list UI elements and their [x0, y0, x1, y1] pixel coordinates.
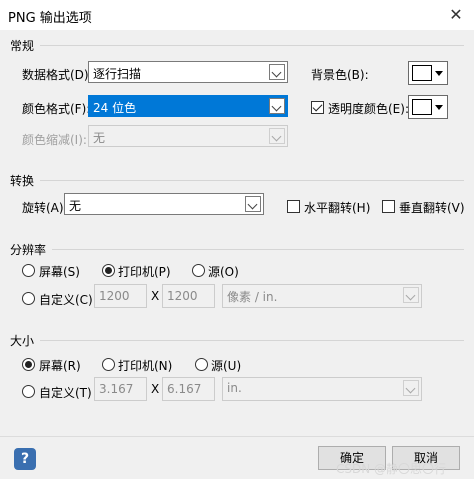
size-source-label: 源(U)	[211, 359, 242, 373]
data-format-select[interactable]: 逐行扫描	[88, 61, 288, 83]
chevron-down-icon[interactable]	[269, 64, 285, 80]
color-swatch	[412, 65, 432, 81]
color-swatch	[412, 99, 432, 115]
flip-vertical-label: 垂直翻转(V)	[399, 201, 465, 215]
resolution-source-radio[interactable]	[192, 264, 205, 277]
resolution-custom-label: 自定义(C)	[39, 293, 93, 307]
resolution-printer-radio[interactable]	[102, 264, 115, 277]
footer-divider	[0, 436, 474, 437]
chevron-down-icon[interactable]	[403, 380, 419, 396]
transform-divider	[40, 180, 464, 181]
data-format-label: 数据格式(D):	[22, 68, 93, 82]
size-height-input[interactable]: 6.167	[162, 377, 215, 401]
resolution-y-input[interactable]: 1200	[162, 284, 215, 308]
size-x-separator: X	[151, 382, 160, 396]
compression-select[interactable]: 无	[88, 125, 288, 147]
dropdown-triangle-icon	[435, 71, 443, 76]
rotate-value: 无	[69, 199, 82, 213]
background-color-label: 背景色(B):	[311, 68, 369, 82]
resolution-unit-select[interactable]: 像素 / in.	[222, 284, 422, 308]
chevron-down-icon[interactable]	[269, 128, 285, 144]
resolution-screen-label: 屏幕(S)	[39, 265, 80, 279]
transparency-checkbox[interactable]	[311, 101, 324, 114]
resolution-x-value: 1200	[99, 289, 130, 303]
general-section-title: 常规	[10, 39, 35, 53]
size-width-input[interactable]: 3.167	[94, 377, 147, 401]
color-format-value: 24 位色	[93, 101, 137, 115]
size-divider	[40, 340, 464, 341]
color-format-label: 颜色格式(F):	[22, 102, 91, 116]
resolution-screen-radio[interactable]	[22, 264, 35, 277]
transform-section-title: 转换	[10, 174, 35, 188]
size-printer-label: 打印机(N)	[118, 359, 173, 373]
data-format-value: 逐行扫描	[93, 67, 142, 81]
size-section-title: 大小	[10, 334, 35, 348]
size-screen-label: 屏幕(R)	[39, 359, 81, 373]
compression-value: 无	[93, 131, 106, 145]
background-color-picker[interactable]	[408, 61, 448, 85]
size-printer-radio[interactable]	[102, 358, 115, 371]
transparency-color-picker[interactable]	[408, 95, 448, 119]
chevron-down-icon[interactable]	[269, 98, 285, 114]
resolution-section-title: 分辨率	[10, 243, 47, 257]
chevron-down-icon[interactable]	[403, 287, 419, 303]
flip-horizontal-checkbox[interactable]	[287, 200, 300, 213]
flip-vertical-checkbox[interactable]	[382, 200, 395, 213]
size-width-value: 3.167	[99, 382, 134, 396]
size-unit-select[interactable]: in.	[222, 377, 422, 401]
window-title: PNG 输出选项	[8, 11, 92, 26]
rotate-label: 旋转(A):	[22, 201, 68, 215]
size-custom-radio[interactable]	[22, 385, 35, 398]
watermark-text: CSDN @静〇思〇行	[336, 462, 447, 476]
compression-label: 颜色缩减(I):	[22, 133, 87, 147]
resolution-unit-value: 像素 / in.	[227, 290, 278, 304]
size-source-radio[interactable]	[195, 358, 208, 371]
transparency-label: 透明度颜色(E):	[328, 102, 409, 116]
color-format-select[interactable]: 24 位色	[88, 95, 288, 117]
resolution-divider	[52, 249, 464, 250]
resolution-x-input[interactable]: 1200	[94, 284, 147, 308]
dropdown-triangle-icon	[435, 105, 443, 110]
size-unit-value: in.	[227, 381, 242, 395]
size-custom-label: 自定义(T)	[39, 386, 92, 400]
resolution-x-separator: X	[151, 289, 160, 303]
resolution-custom-radio[interactable]	[22, 292, 35, 305]
general-divider	[40, 45, 464, 46]
chevron-down-icon[interactable]	[245, 196, 261, 212]
rotate-select[interactable]: 无	[64, 193, 264, 215]
close-icon[interactable]: ✕	[443, 3, 469, 27]
help-icon[interactable]: ?	[14, 448, 36, 470]
size-height-value: 6.167	[167, 382, 202, 396]
flip-horizontal-label: 水平翻转(H)	[304, 201, 371, 215]
resolution-printer-label: 打印机(P)	[118, 265, 171, 279]
size-screen-radio[interactable]	[22, 358, 35, 371]
resolution-y-value: 1200	[167, 289, 198, 303]
resolution-source-label: 源(O)	[208, 265, 239, 279]
